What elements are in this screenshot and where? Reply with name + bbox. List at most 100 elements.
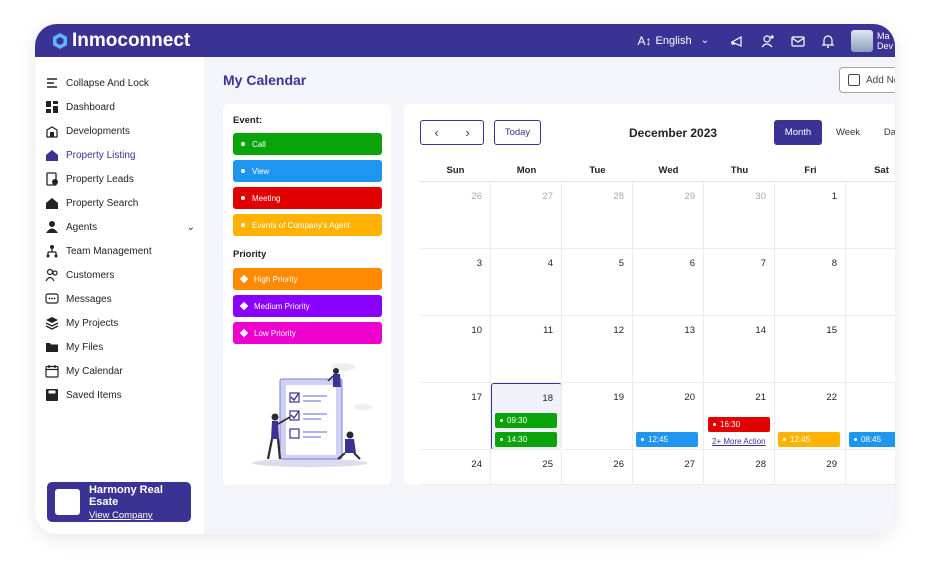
day-cell[interactable]: 17 <box>420 383 491 450</box>
day-cell[interactable]: 26 <box>562 450 633 485</box>
day-cell[interactable]: 29 <box>775 450 846 485</box>
day-cell[interactable]: 28 <box>704 450 775 485</box>
calendar-event[interactable]: 14:30 <box>495 432 557 447</box>
day-cell-today[interactable]: 18 09:30 14:30 <box>491 383 562 450</box>
day-cell[interactable]: 14 <box>704 316 775 383</box>
day-cell[interactable]: 13 <box>633 316 704 383</box>
today-button[interactable]: Today <box>494 120 541 145</box>
add-icon <box>848 74 860 86</box>
day-cell[interactable] <box>846 249 895 316</box>
bell-icon[interactable] <box>818 31 838 51</box>
more-actions-link[interactable]: 2+ More Action <box>712 437 766 446</box>
day-cell[interactable]: 7 <box>704 249 775 316</box>
legend-item-meeting[interactable]: Meeting <box>233 187 382 209</box>
diamond-icon <box>239 274 249 284</box>
page-title: My Calendar <box>223 72 307 88</box>
day-cell[interactable]: 27 <box>633 450 704 485</box>
building-icon <box>45 124 59 138</box>
day-header-tue: Tue <box>562 159 633 182</box>
day-cell[interactable]: 5 <box>562 249 633 316</box>
customers-icon <box>45 268 59 282</box>
day-cell[interactable]: 8 <box>775 249 846 316</box>
day-cell[interactable]: 20 12:45 <box>633 383 704 450</box>
megaphone-icon[interactable] <box>728 31 748 51</box>
day-cell[interactable]: 22 12:45 <box>775 383 846 450</box>
avatar[interactable] <box>851 29 873 52</box>
event-legend-title: Event: <box>233 115 263 126</box>
day-cell[interactable]: 21 16:30 2+ More Action <box>704 383 775 450</box>
mail-icon[interactable] <box>788 31 808 51</box>
tab-week[interactable]: Week <box>829 120 867 145</box>
sidebar-item-my-projects[interactable]: My Projects <box>45 313 195 333</box>
language-label: English <box>655 34 692 47</box>
day-cell[interactable]: 19 <box>562 383 633 450</box>
legend-item-medium-priority[interactable]: Medium Priority <box>233 295 382 317</box>
day-cell[interactable]: 26 <box>420 182 491 249</box>
sidebar-item-agents[interactable]: Agents ⌄ <box>45 217 195 237</box>
day-header-wed: Wed <box>633 159 704 182</box>
calendar-event[interactable]: 08:45 <box>849 432 895 447</box>
day-cell[interactable]: 3 <box>420 249 491 316</box>
sidebar-item-property-leads[interactable]: Property Leads <box>45 169 195 189</box>
day-cell[interactable]: 12 <box>562 316 633 383</box>
view-company-link[interactable]: View Company <box>89 510 191 521</box>
day-cell[interactable]: 27 <box>491 182 562 249</box>
sidebar-item-developments[interactable]: Developments <box>45 121 195 141</box>
legend-item-high-priority[interactable]: High Priority <box>233 268 382 290</box>
tab-month[interactable]: Month <box>774 120 822 145</box>
chevron-down-icon[interactable]: ⌄ <box>187 222 195 233</box>
sidebar-item-property-search[interactable]: Property Search <box>45 193 195 213</box>
legend-item-call[interactable]: Call <box>233 133 382 155</box>
day-cell[interactable]: 1 <box>775 182 846 249</box>
day-cell[interactable]: 08:45 <box>846 383 895 450</box>
calendar-event[interactable]: 09:30 <box>495 413 557 428</box>
dot-icon <box>241 142 245 146</box>
sidebar-item-saved-items[interactable]: Saved Items <box>45 385 195 405</box>
sidebar-item-my-calendar[interactable]: My Calendar <box>45 361 195 381</box>
chevron-right-icon[interactable]: › <box>465 125 469 140</box>
dot-icon <box>783 438 786 441</box>
chevron-left-icon[interactable]: ‹ <box>434 125 438 140</box>
day-cell[interactable]: 11 <box>491 316 562 383</box>
sidebar-item-property-listing[interactable]: Property Listing <box>45 145 195 165</box>
calendar-event[interactable]: 12:45 <box>778 432 840 447</box>
day-cell[interactable]: 30 <box>704 182 775 249</box>
day-cell[interactable]: 4 <box>491 249 562 316</box>
user-name[interactable]: Ma Dev <box>877 31 895 51</box>
day-cell[interactable]: 25 <box>491 450 562 485</box>
tab-day[interactable]: Da <box>880 120 895 145</box>
month-navigation: ‹ › <box>420 120 484 145</box>
dot-icon <box>854 438 857 441</box>
day-cell[interactable]: 29 <box>633 182 704 249</box>
day-cell[interactable]: 15 <box>775 316 846 383</box>
add-new-button[interactable]: Add Ne <box>839 67 895 93</box>
calendar-event[interactable]: 16:30 <box>708 417 770 432</box>
sidebar-item-dashboard[interactable]: Dashboard <box>45 97 195 117</box>
dot-icon <box>241 223 245 227</box>
sidebar-item-collapse-and-lock[interactable]: Collapse And Lock <box>45 73 195 93</box>
legend-panel: Event: Call View Meeting Events of Compa… <box>223 104 391 485</box>
day-cell[interactable]: 10 <box>420 316 491 383</box>
sidebar-item-my-files[interactable]: My Files <box>45 337 195 357</box>
day-header-sat: Sat <box>846 159 895 182</box>
legend-item-view[interactable]: View <box>233 160 382 182</box>
day-cell[interactable] <box>846 316 895 383</box>
day-cell[interactable]: 28 <box>562 182 633 249</box>
calendar-event[interactable]: 12:45 <box>636 432 698 447</box>
app-window: Inmoconnect A↕ English ⌄ Ma Dev Collapse… <box>35 24 895 534</box>
language-selector[interactable]: A↕ English ⌄ <box>638 34 709 48</box>
team-icon <box>45 244 59 258</box>
legend-item-company-agent-events[interactable]: Events of Company's Agent <box>233 214 382 236</box>
legend-item-low-priority[interactable]: Low Priority <box>233 322 382 344</box>
day-cell[interactable] <box>846 450 895 485</box>
sidebar-item-team-management[interactable]: Team Management <box>45 241 195 261</box>
day-cell[interactable]: 6 <box>633 249 704 316</box>
add-user-icon[interactable] <box>758 31 778 51</box>
messages-icon <box>45 292 59 306</box>
day-cell[interactable] <box>846 182 895 249</box>
sidebar-item-messages[interactable]: Messages <box>45 289 195 309</box>
app-logo[interactable]: Inmoconnect <box>51 30 190 52</box>
day-cell[interactable]: 24 <box>420 450 491 485</box>
sidebar-item-customers[interactable]: Customers <box>45 265 195 285</box>
company-card[interactable]: Harmony Real Esate View Company <box>47 482 191 522</box>
